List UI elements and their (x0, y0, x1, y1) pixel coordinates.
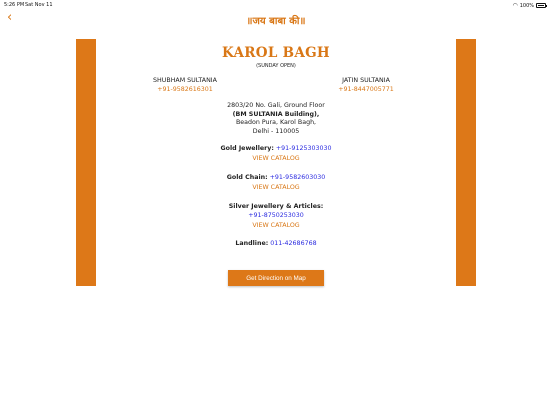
contact-phone-link[interactable]: +91-9582616301 (135, 86, 235, 93)
address-line: Delhi - 110005 (252, 127, 300, 135)
section-label: Gold Chain: (226, 174, 268, 181)
contact-shubham: SHUBHAM SULTANIA +91-9582616301 (135, 77, 235, 93)
section-label: Silver Jewellery & Articles: (228, 203, 324, 210)
battery-percent: 100% (519, 2, 534, 9)
gold-chain-phone-link[interactable]: +91-9582603030 (270, 174, 326, 181)
section-gold-jewellery: Gold Jewellery: +91-9125303030 VIEW CATA… (0, 145, 552, 164)
get-direction-button[interactable]: Get Direction on Map (228, 270, 324, 286)
gold-jewellery-catalog-link[interactable]: VIEW CATALOG (0, 155, 552, 164)
status-date: Sat Nov 11 (25, 2, 53, 8)
section-landline: Landline: 011-42686768 (0, 240, 552, 249)
contact-name: SHUBHAM SULTANIA (153, 77, 217, 84)
silver-phone-link[interactable]: +91-8750253030 (0, 212, 552, 221)
landline-phone-link[interactable]: 011-42686768 (270, 240, 316, 247)
section-label: Landline: (235, 240, 269, 247)
section-silver: Silver Jewellery & Articles: +91-8750253… (0, 203, 552, 230)
store-hours: (SUNDAY OPEN) (256, 63, 296, 69)
contact-phone-link[interactable]: +91-8447005771 (316, 86, 416, 93)
status-bar: 5:26 PM Sat Nov 11 ◠ 100% (0, 0, 552, 10)
address-line: (BM SULTANIA Building), (232, 110, 320, 118)
contact-name: JATIN SULTANIA (342, 77, 390, 84)
section-label: Gold Jewellery: (220, 145, 274, 152)
contact-jatin: JATIN SULTANIA +91-8447005771 (316, 77, 416, 93)
nav-title: ॥जय बाबा की॥ (246, 16, 306, 27)
battery-icon (536, 3, 547, 8)
section-gold-chain: Gold Chain: +91-9582603030 VIEW CATALOG (0, 174, 552, 193)
silver-catalog-link[interactable]: VIEW CATALOG (0, 222, 552, 231)
gold-jewellery-phone-link[interactable]: +91-9125303030 (276, 145, 332, 152)
status-time: 5:26 PM (4, 2, 25, 8)
status-indicators: ◠ 100% (512, 2, 547, 9)
wifi-icon: ◠ (512, 2, 518, 9)
store-address: 2803/20 No. Gali, Ground Floor (BM SULTA… (0, 102, 552, 136)
address-line: Beadon Pura, Karol Bagh, (235, 119, 317, 127)
nav-bar: ‹ ॥जय बाबा की॥ (0, 10, 552, 28)
store-name: KAROL BAGH (221, 45, 330, 61)
gold-chain-catalog-link[interactable]: VIEW CATALOG (0, 184, 552, 193)
address-line: 2803/20 No. Gali, Ground Floor (227, 102, 325, 109)
